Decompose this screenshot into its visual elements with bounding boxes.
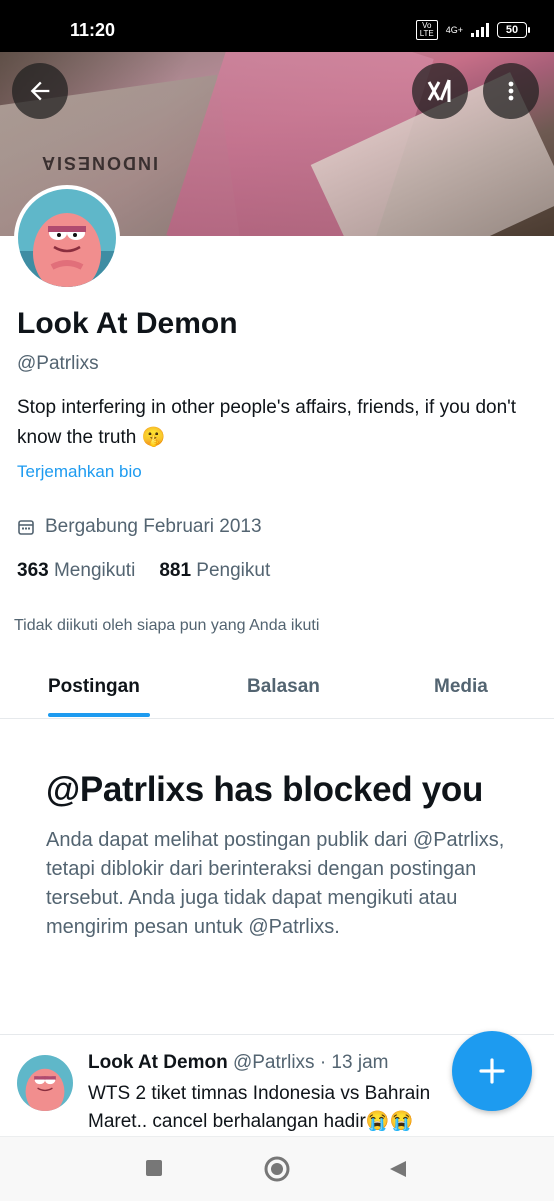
followers-link[interactable]: 881 Pengikut bbox=[159, 560, 270, 582]
post-meta: @Patrlixs · 13 jam bbox=[232, 1052, 389, 1073]
tab-balasan[interactable]: Balasan bbox=[247, 676, 320, 698]
translate-bio-link[interactable]: Terjemahkan bio bbox=[17, 462, 142, 482]
post-avatar[interactable] bbox=[17, 1055, 73, 1111]
banner-text: INDONESIA bbox=[40, 153, 159, 173]
profile-tabs: Postingan Balasan Media bbox=[0, 660, 554, 719]
following-count: 363 bbox=[17, 560, 49, 581]
profile-handle: @Patrlixs bbox=[17, 353, 99, 374]
profile-name: Look At Demon bbox=[17, 307, 238, 340]
status-time: 11:20 bbox=[70, 20, 116, 40]
following-label: Mengikuti bbox=[53, 560, 136, 581]
back-button[interactable] bbox=[12, 63, 68, 119]
grok-icon bbox=[427, 79, 451, 102]
followers-label: Pengikut bbox=[196, 560, 271, 581]
battery-icon: 50 bbox=[497, 22, 530, 38]
calendar-icon bbox=[18, 520, 34, 535]
followers-count: 881 bbox=[159, 560, 192, 581]
system-nav-bar bbox=[0, 1136, 554, 1201]
follow-stats: 363 Mengikuti 881 Pengikut bbox=[17, 560, 270, 582]
joined-date: Bergabung Februari 2013 bbox=[17, 516, 262, 538]
joined-text: Bergabung Februari 2013 bbox=[45, 516, 262, 537]
more-options-button[interactable] bbox=[483, 63, 539, 119]
tab-media[interactable]: Media bbox=[434, 676, 488, 698]
recents-square-icon[interactable] bbox=[145, 1159, 163, 1177]
active-tab-indicator bbox=[48, 713, 150, 717]
volte-icon: Vo LTE bbox=[415, 20, 438, 40]
plus-icon bbox=[479, 1058, 505, 1084]
blocked-title: @Patrlixs has blocked you bbox=[46, 770, 484, 809]
following-link[interactable]: 363 Mengikuti bbox=[17, 560, 135, 582]
profile-bio: Stop interfering in other people's affai… bbox=[17, 397, 517, 448]
patrick-avatar-icon bbox=[18, 189, 116, 287]
profile-avatar[interactable] bbox=[14, 185, 120, 291]
grok-button[interactable] bbox=[412, 63, 468, 119]
arrow-left-icon bbox=[30, 81, 50, 101]
post-header[interactable]: Look At Demon @Patrlixs · 13 jam bbox=[88, 1052, 388, 1074]
status-icons: Vo LTE 4G+ 50 bbox=[415, 20, 530, 40]
patrick-avatar-icon bbox=[17, 1055, 73, 1111]
back-triangle-icon[interactable] bbox=[388, 1159, 408, 1179]
home-circle-icon[interactable] bbox=[263, 1155, 291, 1183]
more-vertical-icon bbox=[508, 81, 514, 101]
not-followed-notice: Tidak diikuti oleh siapa pun yang Anda i… bbox=[14, 617, 320, 634]
status-bar: 11:20 Vo LTE 4G+ 50 bbox=[0, 0, 554, 52]
tab-postingan[interactable]: Postingan bbox=[48, 676, 140, 698]
divider bbox=[0, 1034, 554, 1035]
compose-button[interactable] bbox=[452, 1031, 532, 1111]
signal-icon bbox=[471, 23, 489, 37]
post-author-name: Look At Demon bbox=[88, 1052, 228, 1073]
blocked-message: Anda dapat melihat postingan publik dari… bbox=[46, 829, 505, 938]
network-type: 4G+ bbox=[445, 24, 463, 35]
battery-level: 50 bbox=[497, 22, 527, 38]
